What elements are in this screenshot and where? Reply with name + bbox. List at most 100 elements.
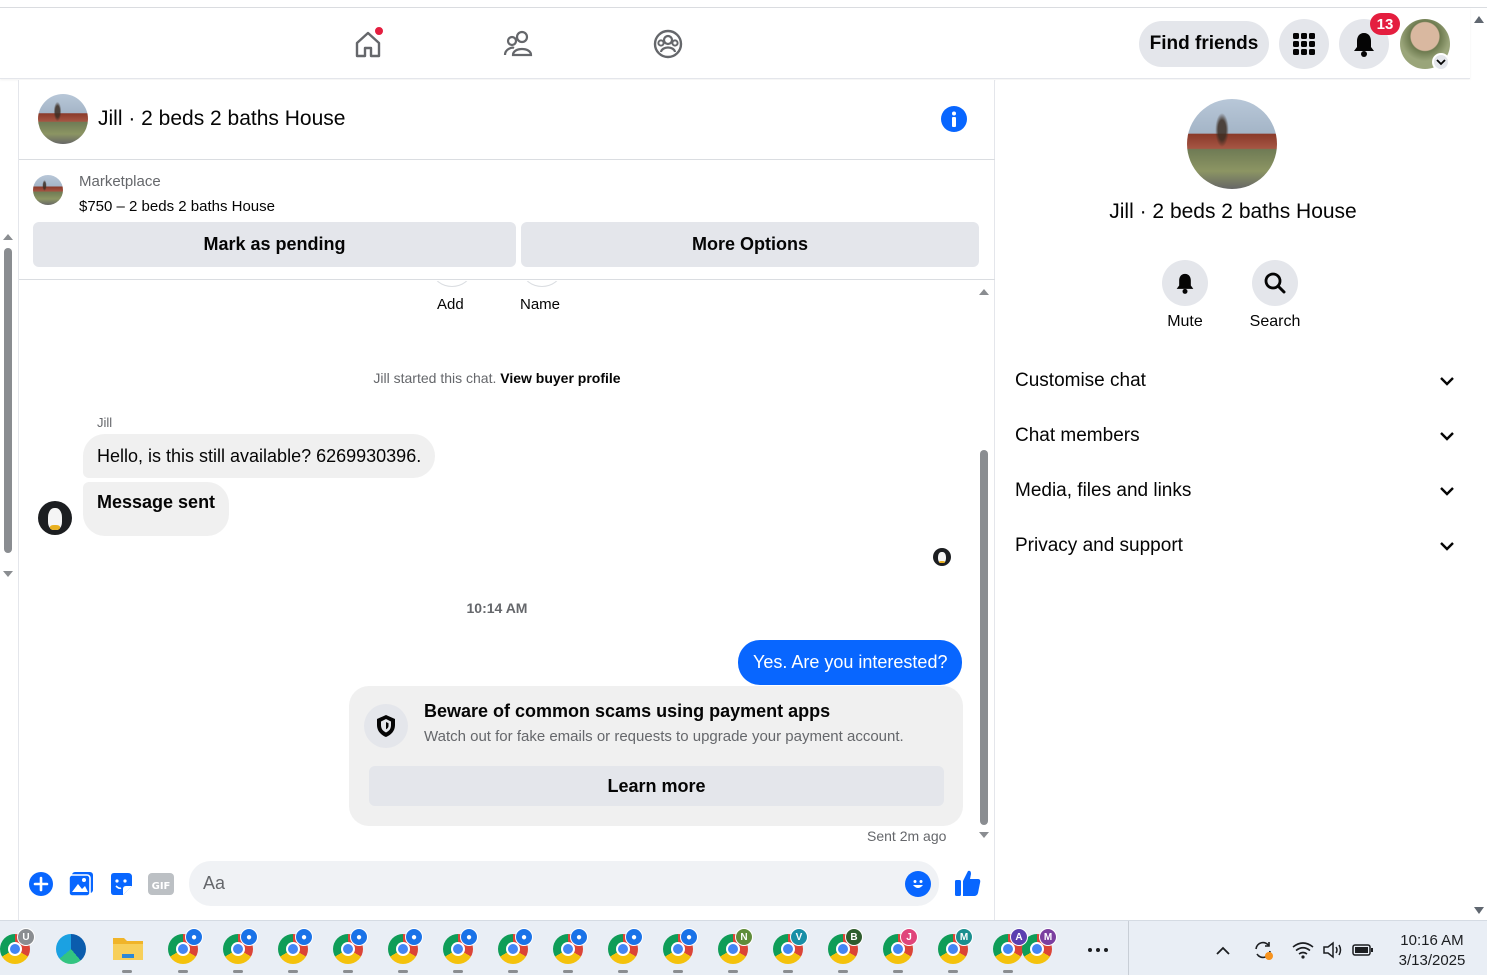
listing-title[interactable]: $750 – 2 beds 2 baths House (79, 198, 275, 215)
outgoing-message[interactable]: Yes. Are you interested? (738, 640, 963, 685)
search-action[interactable]: Search (1230, 260, 1320, 331)
smiley-icon (913, 880, 923, 888)
chrome-app[interactable]: ● (553, 928, 588, 964)
scroll-down-arrow-icon[interactable] (2, 570, 14, 579)
chrome-app[interactable]: ● (278, 928, 313, 964)
sticker-button[interactable] (107, 870, 135, 898)
volume-tray-button[interactable] (1322, 939, 1344, 961)
running-indicator (343, 970, 353, 973)
name-circle-button[interactable] (523, 281, 561, 287)
panel-avatar[interactable] (1187, 99, 1277, 189)
system-clock[interactable]: 10:16 AM 3/13/2025 (1380, 931, 1484, 971)
view-buyer-profile-link[interactable]: View buyer profile (500, 370, 620, 386)
chrome-app[interactable]: ● (608, 928, 643, 964)
scam-warning-text: Watch out for fake emails or requests to… (424, 728, 904, 745)
photo-icon (68, 872, 93, 897)
sync-tray-button[interactable] (1252, 939, 1274, 961)
chrome-app[interactable]: ● (168, 928, 203, 964)
chat-pane: Jill · 2 beds 2 baths House Marketplace … (18, 80, 995, 920)
more-apps-button[interactable] (1087, 939, 1109, 961)
chrome-app[interactable]: ● (388, 928, 423, 964)
chevron-down-icon (1440, 542, 1454, 551)
info-button[interactable] (941, 106, 967, 132)
message-thread: Add Name Jill started this chat. View bu… (19, 281, 995, 851)
sync-icon (1255, 941, 1273, 960)
message-input[interactable] (189, 861, 939, 906)
chrome-profile-app[interactable]: V (773, 928, 808, 964)
listing-thumbnail[interactable] (33, 175, 63, 205)
file-explorer-app[interactable] (112, 934, 143, 964)
chrome-profile-app[interactable]: M (938, 928, 973, 964)
more-options-button[interactable]: More Options (521, 222, 979, 267)
chrome-app[interactable]: ● (443, 928, 478, 964)
running-indicator (838, 970, 848, 973)
mute-button[interactable] (1162, 260, 1208, 306)
running-indicator (288, 970, 298, 973)
mark-as-pending-button[interactable]: Mark as pending (33, 222, 516, 267)
incoming-message[interactable]: Hello, is this still available? 62699303… (83, 434, 436, 478)
menu-button[interactable] (1279, 19, 1329, 69)
running-indicator (453, 970, 463, 973)
chrome-app[interactable]: ● (223, 928, 258, 964)
running-indicator (783, 970, 793, 973)
section-customise-chat[interactable]: Customise chat (1015, 361, 1455, 401)
running-indicator (398, 970, 408, 973)
chrome-profile-app[interactable]: U (0, 928, 35, 964)
battery-tray-button[interactable] (1352, 939, 1374, 961)
running-indicator (233, 970, 243, 973)
chrome-profile-app[interactable]: J (883, 928, 918, 964)
window-scroll-down-arrow-icon[interactable] (1473, 906, 1485, 916)
search-icon (1264, 272, 1286, 294)
mute-action[interactable]: Mute (1140, 260, 1230, 331)
scroll-up-arrow-icon[interactable] (2, 232, 14, 241)
find-friends-button[interactable]: Find friends (1139, 21, 1269, 67)
section-privacy-support[interactable]: Privacy and support (1015, 526, 1455, 566)
chat-title[interactable]: Jill · 2 beds 2 baths House (98, 107, 345, 131)
panel-chat-name: Jill · 2 beds 2 baths House (1109, 200, 1357, 223)
wifi-tray-button[interactable] (1292, 939, 1314, 961)
bell-icon (1354, 33, 1374, 57)
account-caret-button[interactable] (1432, 53, 1450, 71)
scroll-down-arrow-icon[interactable] (978, 831, 990, 840)
page-scrollbar[interactable] (0, 228, 16, 582)
chrome-profile-app[interactable]: N (718, 928, 753, 964)
chrome-app[interactable]: ● (333, 928, 368, 964)
incoming-message[interactable]: Message sent (83, 482, 230, 536)
more-actions-button[interactable] (27, 870, 55, 898)
section-chat-members[interactable]: Chat members (1015, 416, 1455, 456)
running-indicator (728, 970, 738, 973)
thread-scrollbar[interactable] (977, 285, 991, 845)
profile-badge: A (1010, 928, 1028, 946)
chrome-app[interactable]: ● (663, 928, 698, 964)
sender-avatar[interactable] (38, 501, 72, 535)
friends-nav-button[interactable] (501, 26, 537, 62)
search-button[interactable] (1252, 260, 1298, 306)
top-navigation-bar: Find friends 13 (0, 8, 1470, 79)
chrome-profile-app[interactable]: B (828, 928, 863, 964)
attach-photo-button[interactable] (67, 870, 95, 898)
section-media-files-links[interactable]: Media, files and links (1015, 471, 1455, 511)
chrome-app[interactable]: ● (498, 928, 533, 964)
thread-scroll-thumb[interactable] (980, 450, 988, 825)
learn-more-button[interactable]: Learn more (369, 766, 944, 806)
chevron-down-icon (1440, 432, 1454, 441)
gif-button[interactable]: GIF (147, 870, 175, 898)
notification-count-badge: 13 (1370, 13, 1400, 35)
edge-app[interactable] (56, 934, 86, 964)
scroll-up-arrow-icon[interactable] (978, 287, 990, 296)
chat-avatar[interactable] (38, 94, 88, 144)
chat-start-text: Jill started this chat. (373, 370, 497, 386)
message-timestamp: 10:14 AM (466, 600, 528, 616)
home-nav-button[interactable] (350, 26, 386, 62)
groups-icon (653, 29, 683, 59)
send-like-button[interactable] (952, 867, 984, 899)
groups-nav-button[interactable] (650, 26, 686, 62)
page-scroll-thumb[interactable] (4, 248, 12, 553)
emoji-button[interactable] (905, 871, 931, 897)
add-circle-button[interactable] (433, 281, 471, 287)
running-indicator (673, 970, 683, 973)
window-scroll-up-arrow-icon[interactable] (1473, 14, 1485, 24)
show-hidden-icons-button[interactable] (1212, 939, 1234, 961)
profile-badge: N (735, 928, 753, 946)
chrome-profile-app[interactable]: A (993, 928, 1028, 964)
